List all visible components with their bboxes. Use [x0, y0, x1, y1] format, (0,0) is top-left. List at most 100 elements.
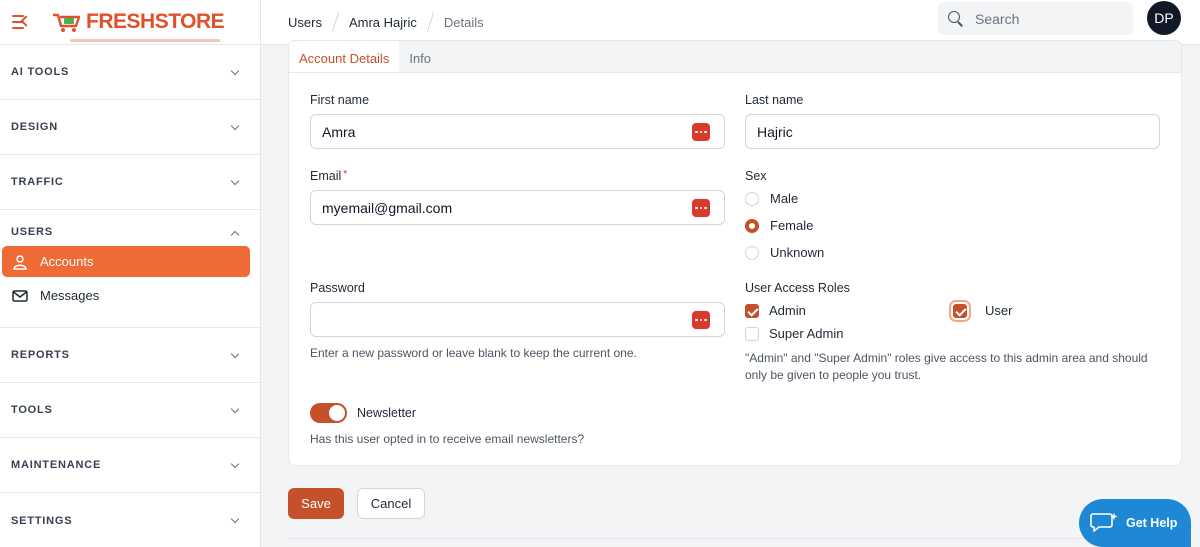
- first-name-value: Amra: [322, 123, 356, 140]
- divider: [288, 538, 1182, 539]
- get-help-label: Get Help: [1126, 516, 1178, 530]
- radio-button[interactable]: [745, 191, 759, 206]
- password-manager-icon[interactable]: [692, 123, 710, 141]
- newsletter-help-text: Has this user opted in to receive email …: [310, 432, 585, 446]
- nav-section-maintenance[interactable]: MAINTENANCE: [0, 438, 260, 493]
- radio-label: Male: [770, 191, 799, 206]
- cancel-button[interactable]: Cancel: [357, 488, 425, 519]
- nav-section-label: AI TOOLS: [11, 66, 70, 78]
- breadcrumb-separator: [426, 12, 434, 32]
- roles-label: User Access Roles: [745, 281, 850, 295]
- first-name-field[interactable]: Amra: [310, 114, 725, 149]
- password-field[interactable]: [310, 302, 725, 337]
- top-bar: Users Amra Hajric Details Search DP: [261, 0, 1200, 45]
- account-form-card: Account Details Info First name Amra Las…: [288, 40, 1182, 466]
- search-input[interactable]: Search: [938, 2, 1133, 35]
- nav-section-settings[interactable]: SETTINGS: [0, 493, 260, 547]
- checkbox-label: Super Admin: [769, 326, 844, 341]
- email-label: Email *: [310, 169, 347, 183]
- sidebar-item-label: Messages: [40, 288, 100, 303]
- last-name-field[interactable]: Hajric: [745, 114, 1160, 149]
- avatar[interactable]: DP: [1147, 1, 1181, 35]
- sidebar-item-accounts[interactable]: Accounts: [2, 246, 250, 277]
- role-super-admin[interactable]: Super Admin: [745, 326, 843, 341]
- newsletter-toggle[interactable]: [310, 403, 347, 423]
- envelope-icon: [12, 289, 28, 302]
- users-icon: [13, 254, 27, 270]
- tab-bar: Account Details Info: [289, 41, 1181, 73]
- nav-section-traffic[interactable]: TRAFFIC: [0, 155, 260, 210]
- roles-help-text: "Admin" and "Super Admin" roles give acc…: [745, 351, 1148, 382]
- nav-section-ai-tools[interactable]: AI TOOLS: [0, 45, 260, 100]
- password-help-text: Enter a new password or leave blank to k…: [310, 346, 637, 360]
- email-value: myemail@gmail.com: [322, 199, 453, 216]
- brand-bar: FRESH STORE: [0, 0, 260, 45]
- search-icon: [948, 11, 963, 26]
- chevron-up-icon: [230, 230, 240, 240]
- email-label-text: Email: [310, 169, 342, 183]
- logo-text-fresh: FRESH: [86, 10, 155, 33]
- get-help-button[interactable]: Get Help: [1079, 499, 1191, 547]
- required-indicator: *: [343, 169, 348, 180]
- nav-section-label: SETTINGS: [11, 514, 73, 527]
- radio-button-selected[interactable]: [745, 218, 759, 233]
- last-name-label: Last name: [745, 93, 804, 107]
- chevron-down-icon: [230, 349, 240, 358]
- nav-section-users: USERS Accounts Messages: [0, 210, 260, 328]
- nav-section-tools[interactable]: TOOLS: [0, 383, 260, 438]
- radio-button[interactable]: [745, 245, 759, 260]
- cart-logo-icon: [53, 13, 81, 32]
- first-name-label: First name: [310, 93, 370, 107]
- chevron-down-icon: [230, 66, 240, 75]
- nav-section-label: USERS: [11, 226, 53, 238]
- sidebar-item-messages[interactable]: Messages: [2, 280, 250, 311]
- checkbox-label: Admin: [769, 303, 806, 318]
- tab-account-details[interactable]: Account Details: [289, 41, 400, 72]
- email-field[interactable]: myemail@gmail.com: [310, 190, 725, 225]
- nav-section-label: TOOLS: [11, 404, 53, 416]
- password-manager-icon[interactable]: [692, 311, 710, 329]
- last-name-value: Hajric: [757, 123, 793, 140]
- chevron-down-icon: [230, 514, 240, 524]
- save-button[interactable]: Save: [288, 488, 344, 519]
- newsletter-label: Newsletter: [357, 406, 417, 420]
- password-label: Password: [310, 281, 365, 295]
- chevron-down-icon: [230, 121, 240, 130]
- sidebar-item-label: Accounts: [40, 254, 94, 269]
- role-user[interactable]: User: [953, 303, 1012, 318]
- nav-section-label: DESIGN: [11, 121, 58, 133]
- nav-section-label: MAINTENANCE: [11, 459, 102, 471]
- brand-underline: [70, 39, 220, 42]
- sex-option-unknown[interactable]: Unknown: [745, 245, 824, 260]
- breadcrumb-separator: [331, 12, 340, 32]
- checkbox-checked-focused[interactable]: [953, 303, 967, 318]
- checkbox-label: User: [985, 303, 1013, 318]
- sex-option-male[interactable]: Male: [745, 191, 798, 206]
- radio-label: Female: [770, 218, 814, 233]
- sidebar: FRESH STORE AI TOOLS DESIGN TRAFFIC USERS…: [0, 0, 261, 547]
- breadcrumb-user-name[interactable]: Amra Hajric: [349, 15, 417, 30]
- breadcrumb: Users Amra Hajric Details: [261, 0, 484, 44]
- password-manager-icon[interactable]: [692, 199, 710, 217]
- checkbox-checked[interactable]: [745, 303, 759, 318]
- search-placeholder: Search: [975, 10, 1020, 27]
- nav-section-label: REPORTS: [11, 349, 70, 361]
- nav-section-label: TRAFFIC: [11, 176, 64, 188]
- sex-option-female[interactable]: Female: [745, 218, 813, 233]
- tab-info[interactable]: Info: [399, 41, 441, 72]
- breadcrumb-users[interactable]: Users: [288, 15, 322, 30]
- radio-label: Unknown: [770, 245, 825, 260]
- chevron-down-icon: [230, 459, 240, 468]
- chat-bubble-icon: [1090, 513, 1118, 532]
- logo-text-store: STORE: [154, 10, 225, 33]
- chevron-down-icon: [230, 404, 240, 413]
- collapse-menu-icon[interactable]: [12, 15, 32, 29]
- logo[interactable]: FRESH STORE: [52, 10, 225, 34]
- chevron-down-icon: [230, 176, 240, 185]
- nav-section-reports[interactable]: REPORTS: [0, 328, 260, 383]
- role-admin[interactable]: Admin: [745, 303, 806, 318]
- breadcrumb-current: Details: [443, 14, 484, 30]
- nav-section-design[interactable]: DESIGN: [0, 100, 260, 155]
- nav-section-users-header[interactable]: USERS: [0, 210, 260, 240]
- checkbox[interactable]: [745, 326, 759, 341]
